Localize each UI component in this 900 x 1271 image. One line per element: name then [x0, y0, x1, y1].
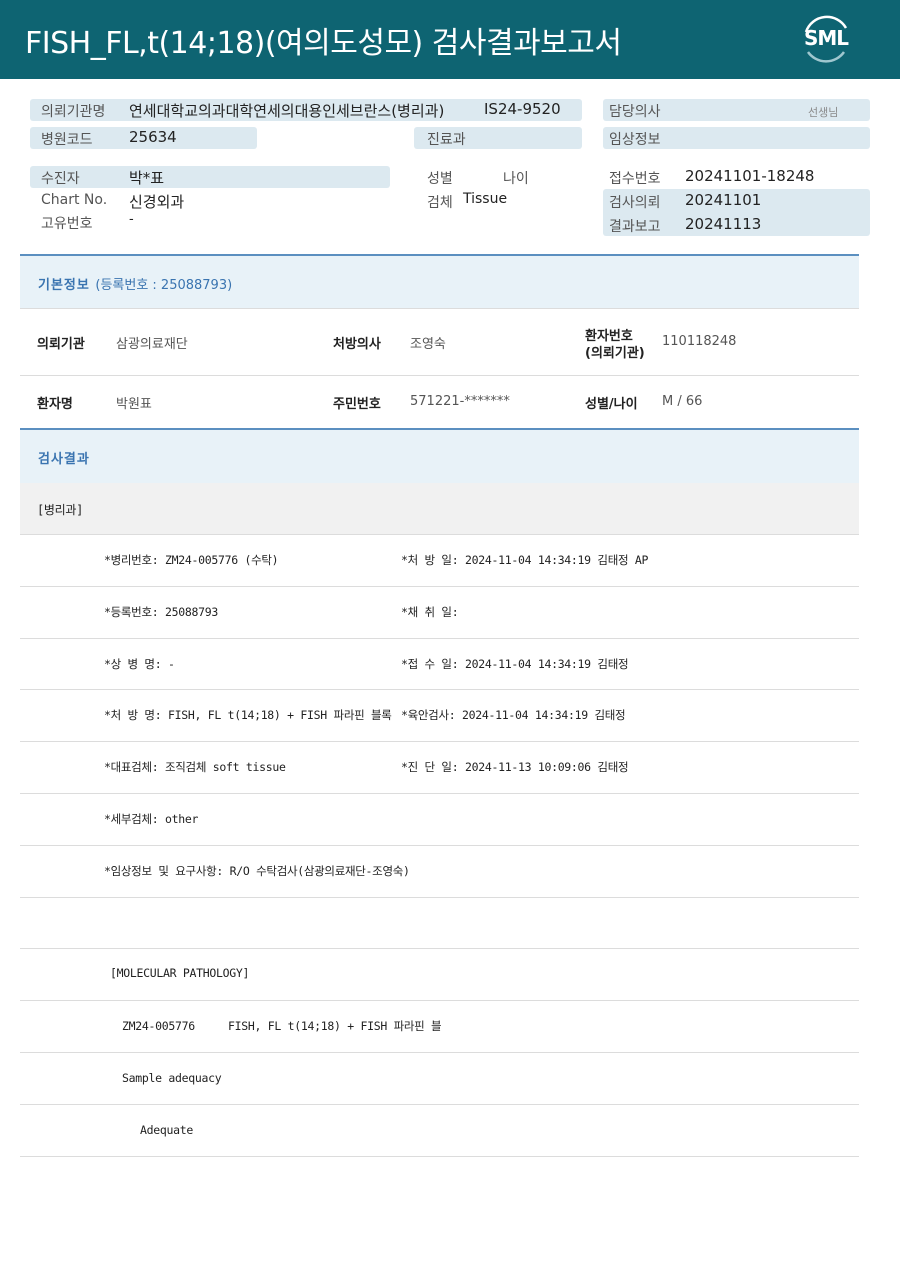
- patient-bar: [30, 166, 390, 188]
- result-line-right: *진 단 일: 2024-11-13 10:09:06 김태정: [401, 760, 629, 774]
- clinical-label: 임상정보: [609, 132, 661, 148]
- divider: [20, 845, 859, 846]
- report-header: FISH_FL,t(14;18)(여의도성모) 검사결과보고서 SML: [0, 0, 900, 79]
- divider: [20, 897, 859, 898]
- sex-label: 성별: [427, 171, 453, 187]
- doctor-suffix: 선생님: [808, 106, 839, 119]
- result-line-left: *대표검체: 조직검체 soft tissue: [104, 760, 286, 774]
- molecular-test-line: ZM24-005776 FISH, FL t(14;18) + FISH 파라핀…: [122, 1019, 442, 1033]
- result-line-left: *등록번호: 25088793: [104, 605, 218, 619]
- patient-label: 수진자: [41, 171, 80, 187]
- receipt-no-value: 20241101-18248: [685, 167, 815, 185]
- chart-label: Chart No.: [41, 192, 108, 208]
- dept-row: [병리과]: [20, 483, 859, 534]
- report-date-label: 결과보고: [609, 219, 661, 235]
- inst-label: 의뢰기관: [37, 337, 85, 352]
- report-title: FISH_FL,t(14;18)(여의도성모) 검사결과보고서: [25, 26, 622, 61]
- result-line-left: *세부검체: other: [104, 812, 199, 826]
- divider: [20, 308, 859, 309]
- patient-value: 박*표: [129, 169, 165, 187]
- divider: [20, 948, 859, 949]
- result-line-right: *육안검사: 2024-11-04 14:34:19 김태정: [401, 708, 626, 722]
- results-title: 검사결과: [38, 452, 90, 467]
- specimen-value: Tissue: [463, 191, 508, 207]
- hospital-code-value: 25634: [129, 128, 177, 146]
- sex-age-value: M / 66: [662, 394, 703, 409]
- divider: [20, 534, 859, 535]
- patient-no-value: 110118248: [662, 334, 737, 349]
- divider: [20, 1104, 859, 1105]
- sample-adequacy-label: Sample adequacy: [122, 1071, 222, 1085]
- rrn-value: 571221-*******: [410, 394, 510, 409]
- result-line-right: *처 방 일: 2024-11-04 14:34:19 김태정 AP: [401, 553, 649, 567]
- institution-value: 연세대학교의과대학연세의대용인세브란스(병리과): [129, 102, 445, 120]
- logo-text: SML: [804, 26, 849, 50]
- result-line-right: *접 수 일: 2024-11-04 14:34:19 김태정: [401, 657, 629, 671]
- sex-age-label: 성별/나이: [585, 397, 638, 412]
- hospital-code-label: 병원코드: [41, 132, 93, 148]
- divider: [20, 1052, 859, 1053]
- chart-value: 신경외과: [129, 193, 185, 211]
- specimen-label: 검체: [427, 195, 453, 211]
- molecular-pathology-title: [MOLECULAR PATHOLOGY]: [110, 966, 250, 980]
- result-line-left: *임상정보 및 요구사항: R/O 수탁검사(삼광의료재단-조영숙): [104, 864, 410, 878]
- dept-label: 진료과: [427, 132, 466, 148]
- patient-no-sublabel: (의뢰기관): [585, 346, 645, 361]
- divider: [20, 1000, 859, 1001]
- rrn-label: 주민번호: [333, 397, 381, 412]
- divider: [20, 1156, 859, 1157]
- request-date-label: 검사의뢰: [609, 195, 661, 211]
- patient-name-label: 환자명: [37, 397, 73, 412]
- result-line-left: *상 병 명: -: [104, 657, 175, 671]
- result-line-right: *채 취 일:: [401, 605, 459, 619]
- doctor-label: 담당의사: [609, 104, 661, 120]
- age-label: 나이: [503, 171, 529, 187]
- divider: [20, 586, 859, 587]
- unique-label: 고유번호: [41, 216, 93, 232]
- report-date-value: 20241113: [685, 215, 762, 233]
- sml-logo: SML: [798, 12, 854, 66]
- request-date-value: 20241101: [685, 191, 762, 209]
- result-line-left: *처 방 명: FISH, FL t(14;18) + FISH 파라핀 블록: [104, 708, 392, 722]
- patient-name-value: 박원표: [116, 397, 152, 412]
- basic-info-subtitle: (등록번호 : 25088793): [95, 278, 233, 293]
- receipt-no-label: 접수번호: [609, 171, 661, 187]
- divider: [20, 375, 859, 376]
- dept-name: [병리과]: [37, 503, 84, 517]
- prescriber-value: 조영숙: [410, 337, 446, 352]
- sample-adequacy-value: Adequate: [140, 1123, 193, 1137]
- unique-value: -: [129, 212, 134, 227]
- divider: [20, 741, 859, 742]
- result-line-left: *병리번호: ZM24-005776 (수탁): [104, 553, 279, 567]
- institution-label: 의뢰기관명: [41, 104, 106, 120]
- divider: [20, 689, 859, 690]
- basic-info-header: 기본정보 (등록번호 : 25088793): [20, 254, 859, 308]
- basic-info-title-text: 기본정보: [38, 278, 90, 293]
- results-header: 검사결과: [20, 428, 859, 483]
- prescriber-label: 처방의사: [333, 337, 381, 352]
- divider: [20, 638, 859, 639]
- basic-info-title: 기본정보 (등록번호 : 25088793): [38, 274, 232, 293]
- request-number: IS24-9520: [484, 100, 561, 118]
- divider: [20, 793, 859, 794]
- inst-value: 삼광의료재단: [116, 337, 188, 352]
